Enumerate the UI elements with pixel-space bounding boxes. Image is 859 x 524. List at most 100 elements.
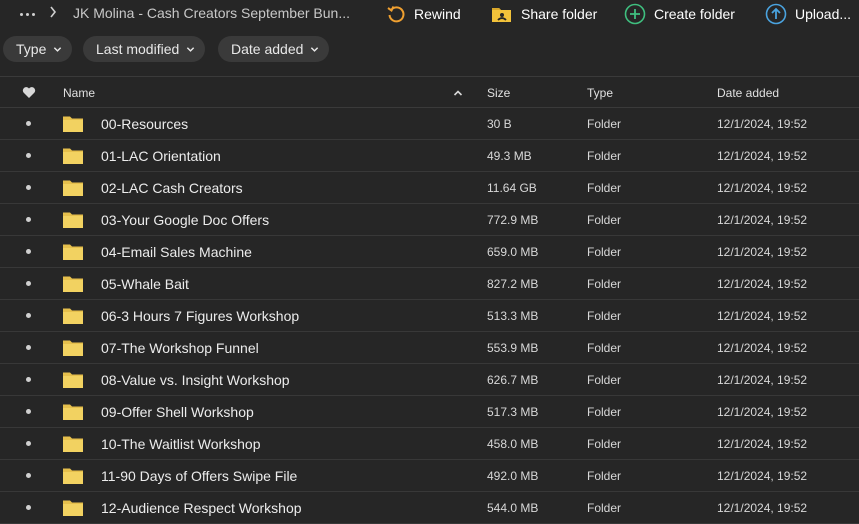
favorite-dot-icon[interactable]	[26, 473, 31, 478]
column-header-size[interactable]: Size	[487, 86, 510, 100]
file-type: Folder	[587, 469, 622, 483]
date-added: 12/1/2024, 19:52	[717, 373, 808, 387]
favorite-dot-icon[interactable]	[26, 153, 31, 158]
upload-button[interactable]: Upload...	[765, 2, 851, 26]
folder-icon	[63, 148, 83, 164]
table-row[interactable]: 11-90 Days of Offers Swipe File 492.0 MB F…	[0, 460, 859, 492]
folder-icon	[63, 308, 83, 324]
table-row[interactable]: 04-Email Sales Machine 659.0 MB Folder 12/1…	[0, 236, 859, 268]
top-toolbar: JK Molina - Cash Creators September Bun.…	[0, 0, 859, 30]
date-added: 12/1/2024, 19:52	[717, 405, 808, 419]
rewind-icon	[387, 6, 405, 23]
file-size: 11.64 GB	[487, 181, 537, 195]
rewind-label: Rewind	[414, 6, 461, 22]
table-row[interactable]: 09-Offer Shell Workshop 517.3 MB Folder 12/…	[0, 396, 859, 428]
column-header-type[interactable]: Type	[587, 86, 613, 100]
file-type: Folder	[587, 309, 622, 323]
filter-type[interactable]: Type	[3, 36, 73, 62]
file-type: Folder	[587, 373, 622, 387]
table-row[interactable]: 12-Audience Respect Workshop 544.0 MB Fold…	[0, 492, 859, 524]
file-name[interactable]: 10-The Waitlist Workshop	[101, 436, 261, 452]
favorite-dot-icon[interactable]	[26, 281, 31, 286]
file-name[interactable]: 12-Audience Respect Workshop	[101, 500, 302, 516]
file-name[interactable]: 11-90 Days of Offers Swipe File	[101, 468, 297, 484]
favorite-dot-icon[interactable]	[26, 121, 31, 126]
date-added: 12/1/2024, 19:52	[717, 277, 808, 291]
favorite-dot-icon[interactable]	[26, 345, 31, 350]
favorite-dot-icon[interactable]	[26, 249, 31, 254]
chevron-down-icon	[187, 46, 195, 52]
favorite-dot-icon[interactable]	[26, 313, 31, 318]
file-name[interactable]: 05-Whale Bait	[101, 276, 189, 292]
file-type: Folder	[587, 245, 622, 259]
table-row[interactable]: 08-Value vs. Insight Workshop 626.7 MB Fol…	[0, 364, 859, 396]
create-folder-label: Create folder	[654, 6, 735, 22]
file-name[interactable]: 04-Email Sales Machine	[101, 244, 252, 260]
file-type: Folder	[587, 277, 622, 291]
filter-last-modified-label: Last modified	[96, 41, 180, 57]
folder-icon	[63, 372, 83, 388]
breadcrumb[interactable]: JK Molina - Cash Creators September Bun.…	[73, 5, 358, 21]
file-name[interactable]: 03-Your Google Doc Offers	[101, 212, 269, 228]
favorite-dot-icon[interactable]	[26, 409, 31, 414]
favorite-dot-icon[interactable]	[26, 217, 31, 222]
date-added: 12/1/2024, 19:52	[717, 117, 808, 131]
file-size: 772.9 MB	[487, 213, 539, 227]
file-name[interactable]: 01-LAC Orientation	[101, 148, 221, 164]
folder-icon	[63, 116, 83, 132]
file-name[interactable]: 09-Offer Shell Workshop	[101, 404, 254, 420]
file-size: 49.3 MB	[487, 149, 532, 163]
table-row[interactable]: 02-LAC Cash Creators 11.64 GB Folder 12/1/2…	[0, 172, 859, 204]
folder-icon	[63, 276, 83, 292]
file-size: 827.2 MB	[487, 277, 539, 291]
heart-icon[interactable]	[22, 86, 36, 99]
file-type: Folder	[587, 181, 622, 195]
table-row[interactable]: 10-The Waitlist Workshop 458.0 MB Folder 12…	[0, 428, 859, 460]
table-header: Name Size Type Date added	[0, 76, 859, 108]
more-horizontal-icon[interactable]	[20, 6, 38, 22]
file-table: Name Size Type Date added 00-Resources 30…	[0, 76, 859, 524]
table-row[interactable]: 05-Whale Bait 827.2 MB Folder 12/1/2024, 19…	[0, 268, 859, 300]
file-size: 659.0 MB	[487, 245, 539, 259]
column-header-name[interactable]: Name	[63, 86, 95, 100]
create-folder-button[interactable]: Create folder	[624, 2, 735, 26]
table-row[interactable]: 01-LAC Orientation 49.3 MB Folder 12/1/2024…	[0, 140, 859, 172]
table-body: 00-Resources 30 B Folder 12/1/2024, 19:52 01…	[0, 108, 859, 524]
file-type: Folder	[587, 437, 622, 451]
folder-icon	[63, 244, 83, 260]
table-row[interactable]: 03-Your Google Doc Offers 772.9 MB Folder 1…	[0, 204, 859, 236]
table-row[interactable]: 07-The Workshop Funnel 553.9 MB Folder 12/1…	[0, 332, 859, 364]
filter-date-added[interactable]: Date added	[218, 36, 330, 62]
filter-date-added-label: Date added	[231, 41, 304, 57]
table-row[interactable]: 06-3 Hours 7 Figures Workshop 513.3 MB Fol…	[0, 300, 859, 332]
share-folder-button[interactable]: Share folder	[491, 2, 597, 26]
filter-last-modified[interactable]: Last modified	[83, 36, 206, 62]
date-added: 12/1/2024, 19:52	[717, 149, 808, 163]
file-name[interactable]: 08-Value vs. Insight Workshop	[101, 372, 290, 388]
favorite-dot-icon[interactable]	[26, 185, 31, 190]
date-added: 12/1/2024, 19:52	[717, 181, 808, 195]
file-size: 517.3 MB	[487, 405, 539, 419]
date-added: 12/1/2024, 19:52	[717, 213, 808, 227]
date-added: 12/1/2024, 19:52	[717, 309, 808, 323]
favorite-dot-icon[interactable]	[26, 505, 31, 510]
file-size: 626.7 MB	[487, 373, 539, 387]
favorite-dot-icon[interactable]	[26, 377, 31, 382]
folder-icon	[63, 180, 83, 196]
rewind-button[interactable]: Rewind	[386, 2, 461, 26]
filter-type-label: Type	[16, 41, 47, 57]
file-name[interactable]: 07-The Workshop Funnel	[101, 340, 259, 356]
file-name[interactable]: 02-LAC Cash Creators	[101, 180, 243, 196]
sort-ascending-icon[interactable]	[453, 89, 463, 97]
favorite-dot-icon[interactable]	[26, 441, 31, 446]
file-size: 30 B	[487, 117, 512, 131]
folder-icon	[63, 468, 83, 484]
file-name[interactable]: 00-Resources	[101, 116, 188, 132]
date-added: 12/1/2024, 19:52	[717, 469, 808, 483]
folder-icon	[63, 212, 83, 228]
table-row[interactable]: 00-Resources 30 B Folder 12/1/2024, 19:52	[0, 108, 859, 140]
file-size: 492.0 MB	[487, 469, 539, 483]
column-header-date-added[interactable]: Date added	[717, 86, 779, 100]
file-name[interactable]: 06-3 Hours 7 Figures Workshop	[101, 308, 299, 324]
file-type: Folder	[587, 405, 622, 419]
